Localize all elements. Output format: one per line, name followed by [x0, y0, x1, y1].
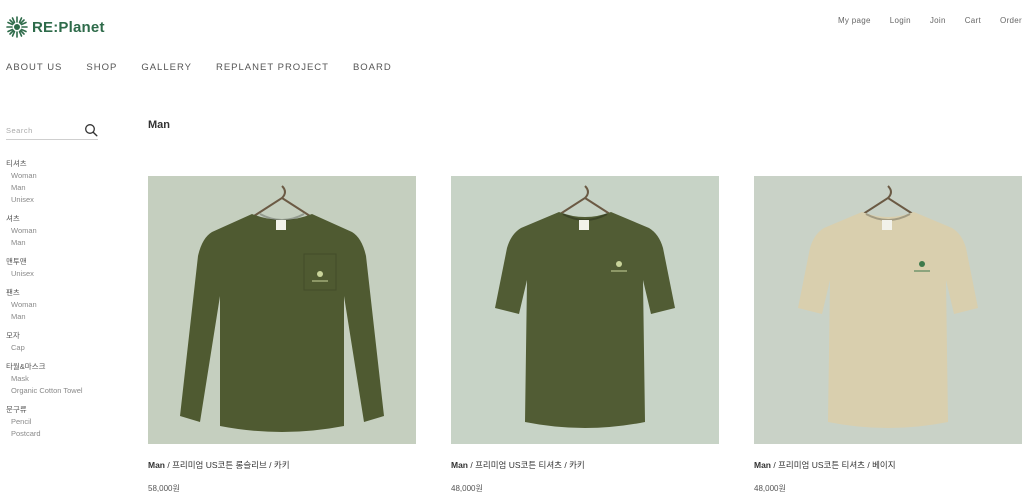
subcategory-link[interactable]: Cap [6, 342, 101, 354]
subcategory-link[interactable]: Mask [6, 373, 101, 385]
product-price: 58,000원 [148, 484, 180, 493]
page-title: Man [148, 119, 170, 131]
subcategory-link[interactable]: Woman [6, 299, 101, 311]
category-group: 셔츠 Woman Man [6, 213, 101, 249]
login-link[interactable]: Login [890, 16, 911, 25]
nav-about-us[interactable]: ABOUT US [6, 62, 62, 73]
nav-gallery[interactable]: GALLERY [141, 62, 192, 73]
product-image[interactable] [754, 176, 1022, 444]
subcategory-link[interactable]: Man [6, 311, 101, 323]
category-group: 팬츠 Woman Man [6, 287, 101, 323]
main-nav: ABOUT US SHOP GALLERY REPLANET PROJECT B… [6, 62, 416, 73]
category-group: 타월&마스크 Mask Organic Cotton Towel [6, 361, 101, 397]
category-title[interactable]: 셔츠 [6, 213, 101, 225]
product-gender-label: Man [148, 460, 165, 470]
search-input[interactable] [6, 121, 78, 140]
product-gender-label: Man [754, 460, 771, 470]
category-group: 문구류 Pencil Postcard [6, 404, 101, 440]
product-card[interactable]: Man / 프리미엄 US코튼 롱슬리브 / 카키 58,000원 [148, 176, 416, 494]
subcategory-link[interactable]: Man [6, 237, 101, 249]
category-title[interactable]: 문구류 [6, 404, 101, 416]
subcategory-link[interactable]: Woman [6, 170, 101, 182]
category-title[interactable]: 맨투맨 [6, 256, 101, 268]
my-page-link[interactable]: My page [838, 16, 871, 25]
subcategory-link[interactable]: Man [6, 182, 101, 194]
order-link[interactable]: Order [1000, 16, 1022, 25]
subcategory-link[interactable]: Unisex [6, 268, 101, 280]
product-gender-label: Man [451, 460, 468, 470]
product-image[interactable] [148, 176, 416, 444]
category-title[interactable]: 팬츠 [6, 287, 101, 299]
category-title[interactable]: 모자 [6, 330, 101, 342]
category-group: 모자 Cap [6, 330, 101, 354]
search-box [6, 120, 98, 140]
product-grid: Man / 프리미엄 US코튼 롱슬리브 / 카키 58,000원 Man / 프리… [148, 176, 1022, 494]
category-title[interactable]: 티셔츠 [6, 158, 101, 170]
subcategory-link[interactable]: Unisex [6, 194, 101, 206]
category-group: 티셔츠 Woman Man Unisex [6, 158, 101, 206]
product-card[interactable]: Man / 프리미엄 US코튼 티셔츠 / 카키 48,000원 [451, 176, 719, 494]
category-sidebar: 티셔츠WomanManUnisex셔츠WomanMan맨투맨Unisex팬츠Wo… [6, 120, 101, 447]
product-name[interactable]: Man / 프리미엄 US코튼 티셔츠 / 카키 [451, 459, 719, 471]
nav-replanet-project[interactable]: REPLANET PROJECT [216, 62, 329, 73]
product-name[interactable]: Man / 프리미엄 US코튼 롱슬리브 / 카키 [148, 459, 416, 471]
category-list: 티셔츠 Woman Man Unisex 셔츠 Woman Man 맨투맨 Unisex 팬츠 Wo… [6, 158, 101, 440]
subcategory-link[interactable]: Woman [6, 225, 101, 237]
subcategory-link[interactable]: Pencil [6, 416, 101, 428]
product-price: 48,000원 [451, 484, 483, 493]
product-card[interactable]: Man / 프리미엄 US코튼 티셔츠 / 베이지 48,000원 [754, 176, 1022, 494]
search-icon[interactable] [84, 123, 98, 137]
nav-shop[interactable]: SHOP [86, 62, 117, 73]
cart-link[interactable]: Cart [965, 16, 981, 25]
join-link[interactable]: Join [930, 16, 946, 25]
sunburst-logo-icon [6, 16, 28, 38]
category-group: 맨투맨 Unisex [6, 256, 101, 280]
account-nav: My page Login Join Cart Order [819, 16, 1022, 25]
nav-board[interactable]: BOARD [353, 62, 392, 73]
product-price: 48,000원 [754, 484, 786, 493]
subcategory-link[interactable]: Postcard [6, 428, 101, 440]
subcategory-link[interactable]: Organic Cotton Towel [6, 385, 101, 397]
brand-logo[interactable]: RE:Planet [6, 16, 105, 38]
brand-name: RE:Planet [32, 18, 105, 36]
product-name[interactable]: Man / 프리미엄 US코튼 티셔츠 / 베이지 [754, 459, 1022, 471]
product-image[interactable] [451, 176, 719, 444]
category-title[interactable]: 타월&마스크 [6, 361, 101, 373]
